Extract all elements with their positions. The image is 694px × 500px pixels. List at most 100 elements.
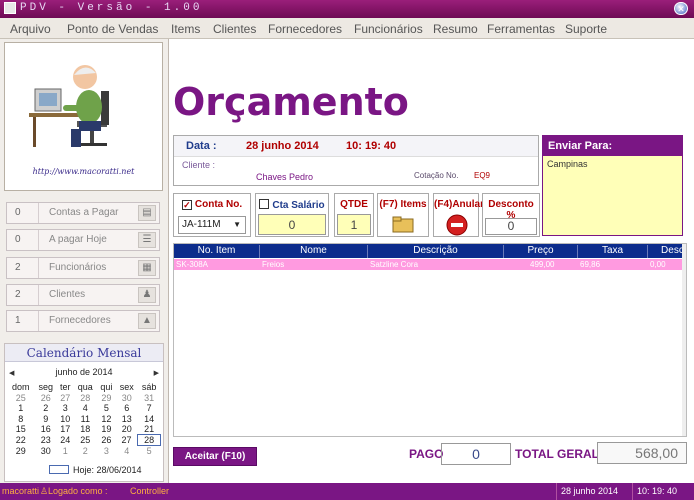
menu-arquivo[interactable]: Arquivo <box>10 22 51 36</box>
calendar-day[interactable]: 31 <box>138 393 161 404</box>
calendar-day[interactable]: 30 <box>34 446 57 457</box>
calendar-day[interactable]: 10 <box>57 414 73 425</box>
desconto-input[interactable]: 0 <box>485 218 537 235</box>
menu-ferramentas[interactable]: Ferramentas <box>487 22 555 36</box>
menu-resumo[interactable]: Resumo <box>433 22 478 36</box>
anular-button[interactable]: (F4)Anular <box>433 193 484 237</box>
truck-icon[interactable]: ▲ <box>138 313 156 329</box>
logo-panel: http://www.macoratti.net <box>4 42 163 191</box>
calendar-day[interactable]: 25 <box>7 393 34 404</box>
calendar-day[interactable]: 22 <box>7 435 34 446</box>
cta-salario-input[interactable]: 0 <box>258 214 326 235</box>
menu-ponto-de-vendas[interactable]: Ponto de Vendas <box>67 22 158 36</box>
calendar-day[interactable]: 7 <box>138 403 161 414</box>
calendar-day[interactable]: 2 <box>74 446 98 457</box>
window-title: PDV - Versão - 1.00 <box>20 2 203 14</box>
calendar-day[interactable]: 9 <box>34 414 57 425</box>
calendar-day[interactable]: 3 <box>97 446 116 457</box>
menu-funcionarios[interactable]: Funcionários <box>354 22 423 36</box>
calendar-day[interactable]: 6 <box>116 403 138 414</box>
calendar-day[interactable]: 27 <box>116 435 138 446</box>
calendar-day[interactable]: 29 <box>7 446 34 457</box>
time-value: 10: 19: 40 <box>346 140 397 152</box>
calendar-day[interactable]: 8 <box>7 414 34 425</box>
qtde-label: QTDE <box>340 199 368 210</box>
calendar-day[interactable]: 11 <box>74 414 98 425</box>
calendar-day[interactable]: 26 <box>97 435 116 446</box>
conta-label: Conta No. <box>194 199 243 210</box>
calendar-day[interactable]: 21 <box>138 424 161 435</box>
menu-fornecedores[interactable]: Fornecedores <box>268 22 342 36</box>
column-header[interactable]: Nome <box>260 245 368 258</box>
menu-clientes[interactable]: Clientes <box>213 22 256 36</box>
calendar-day[interactable]: 12 <box>97 414 116 425</box>
calendar-day[interactable]: 5 <box>97 403 116 414</box>
menu-suporte[interactable]: Suporte <box>565 22 607 36</box>
cliente-value[interactable]: Chaves Pedro <box>256 172 313 182</box>
calendar-day[interactable]: 20 <box>116 424 138 435</box>
column-header[interactable]: Descrição <box>368 245 504 258</box>
clipboard-icon[interactable]: ▤ <box>138 205 156 221</box>
stat-funcionarios[interactable]: 2 Funcionários ▦ <box>6 257 160 279</box>
calendar-day[interactable]: 14 <box>138 414 161 425</box>
cta-salario-checkbox[interactable] <box>259 199 270 209</box>
calendar-day[interactable]: 19 <box>97 424 116 435</box>
calendar-day[interactable]: 30 <box>116 393 138 404</box>
calendar-day[interactable]: 4 <box>116 446 138 457</box>
column-header[interactable]: No. Item <box>174 245 260 258</box>
calendar-day[interactable]: 23 <box>34 435 57 446</box>
stat-count: 0 <box>7 203 39 223</box>
enviar-para-panel[interactable]: Enviar Para: Campinas <box>542 135 683 236</box>
stat-fornecedores[interactable]: 1 Fornecedores ▲ <box>6 310 160 332</box>
calendar-day[interactable]: 13 <box>116 414 138 425</box>
no-entry-icon <box>446 214 468 236</box>
weekday: qua <box>77 382 93 393</box>
calendar-day[interactable]: 2 <box>34 403 57 414</box>
calendar-day[interactable]: 15 <box>7 424 34 435</box>
enviar-para-value[interactable]: Campinas <box>543 156 682 172</box>
conta-checkbox[interactable]: ✓ <box>181 200 192 210</box>
menu-items[interactable]: Items <box>171 22 200 36</box>
calendar-day-today[interactable]: 28 <box>137 434 161 446</box>
calendar-day[interactable]: 26 <box>34 393 57 404</box>
qtde-input[interactable]: 1 <box>337 214 371 235</box>
calendar-day[interactable]: 24 <box>57 435 73 446</box>
calendar-day[interactable]: 1 <box>57 446 73 457</box>
calendar-day[interactable]: 25 <box>74 435 98 446</box>
conta-select[interactable]: JA-111M ▼ <box>178 216 246 234</box>
chevron-down-icon: ▼ <box>233 220 241 229</box>
column-header[interactable]: Taxa <box>578 245 648 258</box>
stat-contas-a-pagar[interactable]: 0 Contas a Pagar ▤ <box>6 202 160 224</box>
stat-count: 1 <box>7 311 39 331</box>
column-header[interactable]: Preço <box>504 245 578 258</box>
table-row[interactable]: SK-308A Freios Satzline Cora 499,00 69,8… <box>174 259 686 270</box>
today-label[interactable]: Hoje: 28/06/2014 <box>73 465 142 475</box>
calendar-day[interactable]: 1 <box>7 403 34 414</box>
aceitar-button[interactable]: Aceitar (F10) <box>173 447 257 466</box>
close-button[interactable]: ✕ <box>674 2 688 15</box>
cta-salario-label: Cta Salário <box>272 200 325 211</box>
date-value: 28 junho 2014 <box>246 140 319 152</box>
stat-clientes[interactable]: 2 Clientes ♟ <box>6 284 160 306</box>
people-icon[interactable]: ♟ <box>138 287 156 303</box>
pago-input[interactable]: 0 <box>441 443 511 465</box>
cta-salario-label-wrap: Cta Salário <box>256 199 328 211</box>
calendar-day[interactable]: 17 <box>57 424 73 435</box>
calendar-day[interactable]: 16 <box>34 424 57 435</box>
calendar-day[interactable]: 5 <box>138 446 161 457</box>
calendar-day[interactable]: 29 <box>97 393 116 404</box>
calendar-day[interactable]: 4 <box>74 403 98 414</box>
cell-desconto: 0,00 <box>650 260 666 269</box>
id-card-icon[interactable]: ▦ <box>138 260 156 276</box>
calendar-day[interactable]: 28 <box>74 393 98 404</box>
list-icon[interactable]: ☰ <box>138 232 156 248</box>
table-scrollbar[interactable] <box>682 244 686 436</box>
calendar-day[interactable]: 27 <box>57 393 73 404</box>
calendar-day[interactable]: 3 <box>57 403 73 414</box>
calendar-day[interactable]: 18 <box>74 424 98 435</box>
stat-a-pagar-hoje[interactable]: 0 A pagar Hoje ☰ <box>6 229 160 251</box>
desconto-field: Desconto % 0 <box>482 193 540 237</box>
cell-item-no: SK-308A <box>176 260 209 269</box>
items-button[interactable]: (F7) Items <box>377 193 429 237</box>
title-bar: PDV - Versão - 1.00 ✕ <box>0 0 694 18</box>
